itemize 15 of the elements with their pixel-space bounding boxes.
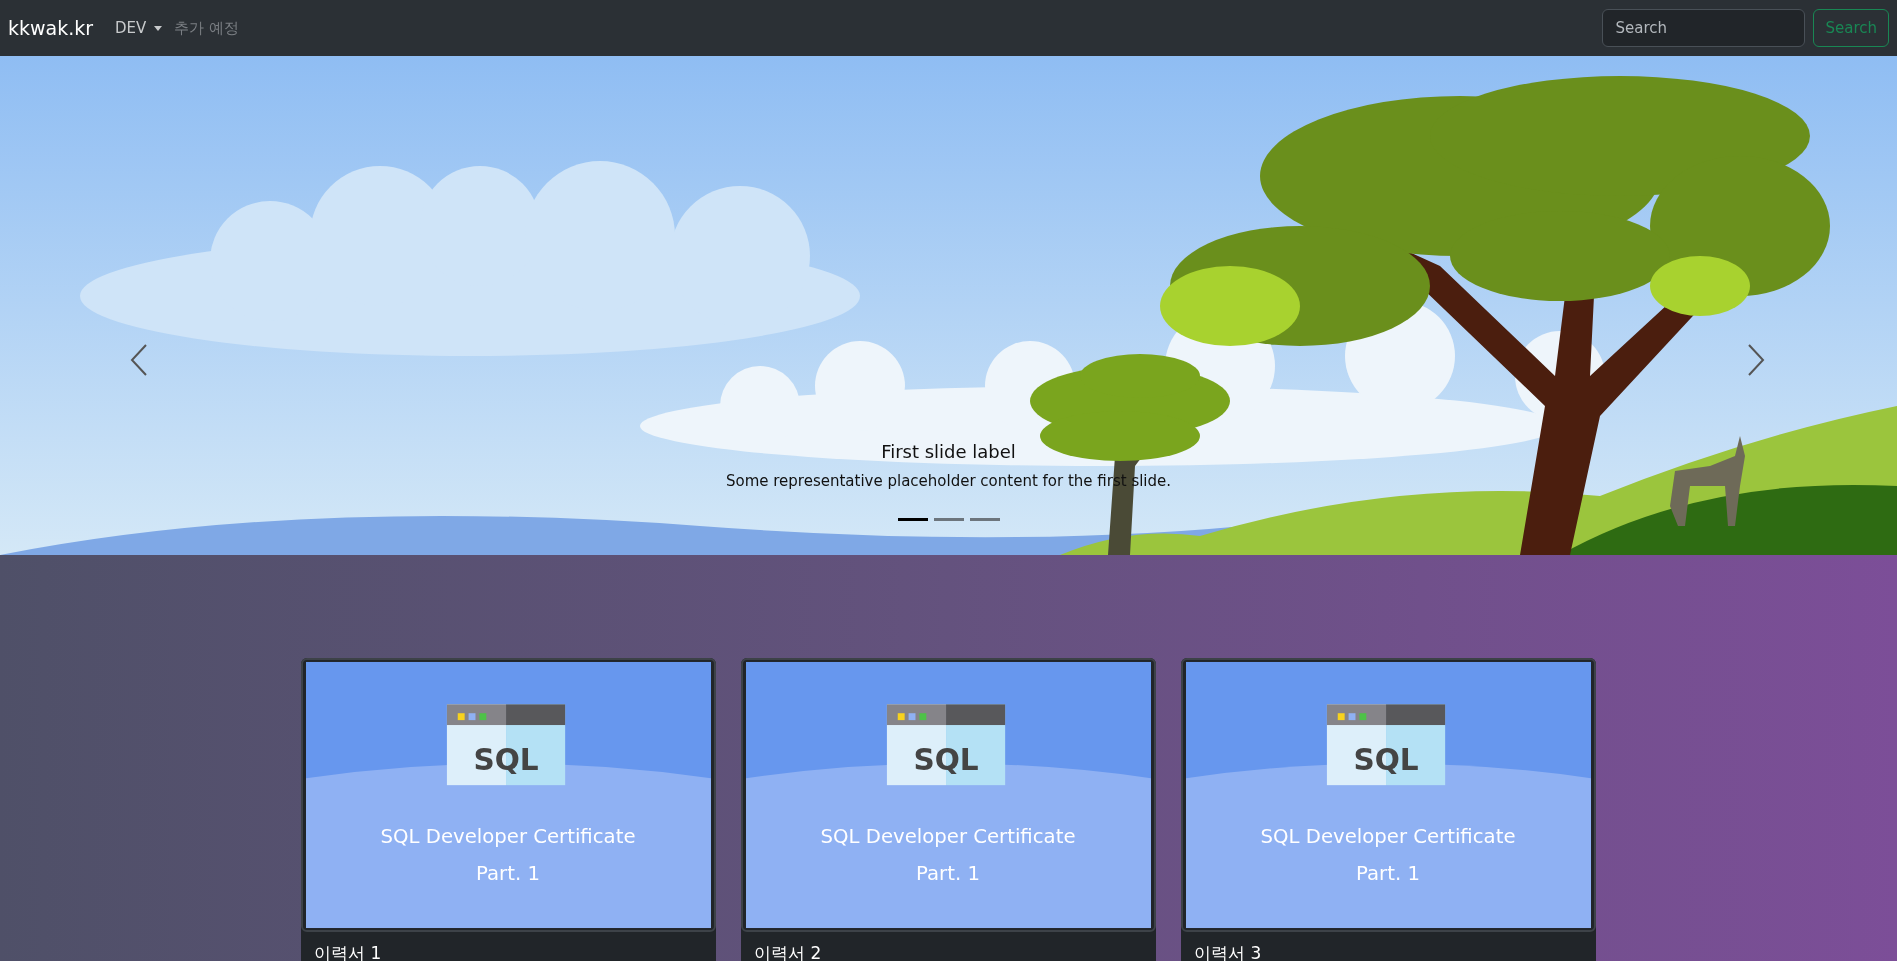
nav-link: 추가 예정 (174, 18, 240, 38)
brand-link[interactable]: kkwak.kr (8, 17, 94, 39)
slide-indicator[interactable] (897, 518, 928, 521)
sql-thumbnail-drawing[interactable]: SQL SQL Developer Certificate Part. 1 (301, 658, 716, 932)
card-title: 이력서 3 (1193, 942, 1263, 961)
card-title: 이력서 2 (753, 942, 823, 961)
card-title: 이력서 1 (313, 942, 383, 961)
caret-icon (154, 25, 163, 31)
next-slide-icon[interactable] (1746, 343, 1766, 377)
sql-thumbnail-drawing[interactable]: SQL SQL Developer Certificate Part. 1 (1181, 658, 1596, 932)
previous-slide-icon[interactable] (129, 343, 149, 377)
search-field[interactable]: Search (1602, 9, 1806, 47)
sql-thumbnail-drawing[interactable]: SQL SQL Developer Certificate Part. 1 (741, 658, 1156, 932)
slide-label: First slide label (881, 441, 1016, 462)
dropdown-menu-link[interactable]: DEV (115, 19, 163, 37)
